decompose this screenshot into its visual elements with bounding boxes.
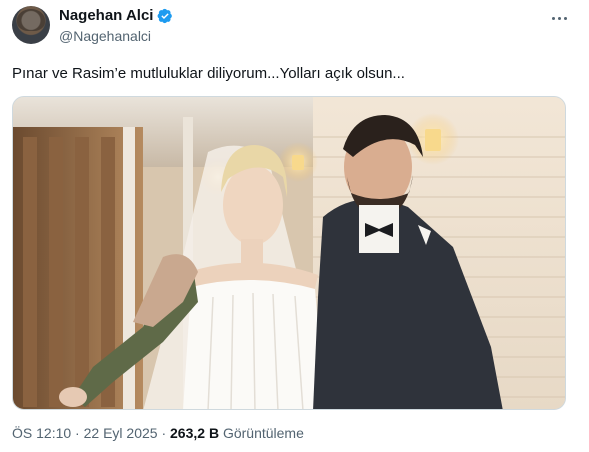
tweet-photo[interactable] bbox=[12, 96, 566, 410]
meta-separator: · bbox=[157, 425, 171, 441]
tweet-card: Nagehan Alci @Nagehanalci Pınar ve Rasim… bbox=[0, 0, 589, 452]
author-name-row[interactable]: Nagehan Alci bbox=[59, 7, 173, 24]
more-horizontal-icon bbox=[551, 16, 555, 20]
author-handle[interactable]: @Nagehanalci bbox=[59, 28, 151, 44]
views-count: 263,2 B bbox=[170, 425, 220, 441]
more-options-button[interactable] bbox=[545, 8, 573, 28]
meta-separator: · bbox=[71, 425, 84, 441]
author-display-name[interactable]: Nagehan Alci bbox=[59, 7, 153, 24]
author-avatar[interactable] bbox=[12, 6, 50, 44]
verified-badge-icon bbox=[158, 8, 173, 23]
tweet-meta: ÖS 12:10 · 22 Eyl 2025 · 263,2 B Görüntü… bbox=[12, 425, 304, 441]
tweet-text: Pınar ve Rasim’e mutluluklar diliyorum..… bbox=[12, 65, 405, 82]
wedding-couple-photo bbox=[13, 97, 565, 409]
views-label: Görüntüleme bbox=[219, 425, 304, 441]
tweet-time[interactable]: ÖS 12:10 bbox=[12, 425, 71, 441]
avatar-image bbox=[17, 9, 45, 31]
tweet-date[interactable]: 22 Eyl 2025 bbox=[84, 425, 158, 441]
